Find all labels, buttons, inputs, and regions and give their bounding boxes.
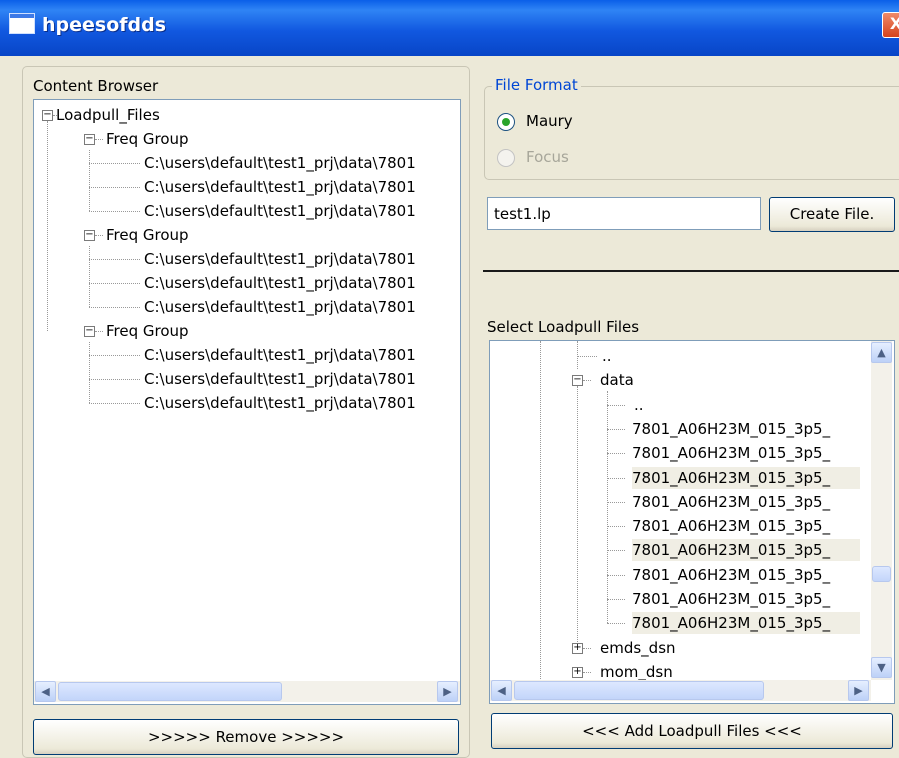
freq-group-item[interactable]: Freq Group [106,224,189,246]
loadpull-file-item[interactable]: 7801_A06H23M_015_3p5_ [632,466,861,489]
tree-connector [47,121,48,331]
focus-label: Focus [526,148,569,166]
folder-item[interactable]: emds_dsn [600,637,676,659]
horizontal-scrollbar[interactable]: ◀ ▶ [34,681,460,702]
minus-box-icon[interactable]: − [84,326,95,337]
radio-selected-dot [502,118,510,126]
tree-connector [89,355,140,356]
tree-connector [607,599,625,600]
filename-input[interactable] [487,197,761,230]
tree-connector [583,671,591,673]
file-path-item[interactable]: C:\users\default\test1_prj\data\7801 [144,272,416,294]
tree-connector [607,623,625,625]
loadpull-file-tree[interactable]: .. − data.. 7801_A06H23M_015_3p5_ 7801_A06H2… [489,340,895,704]
remove-button[interactable]: >>>>> Remove >>>>> [33,719,459,755]
tree-connector [89,283,140,284]
tree-connector [607,550,625,552]
loadpull-file-item[interactable]: 7801_A06H23M_015_3p5_ [632,612,861,635]
arrow-right-icon[interactable]: ▶ [437,681,458,702]
tree-connector [607,526,625,528]
minus-box-icon[interactable]: − [84,134,95,145]
minus-box-icon[interactable]: − [572,375,583,387]
loadpull-file-item[interactable]: 7801_A06H23M_015_3p5_ [632,442,860,464]
file-path-item[interactable]: C:\users\default\test1_prj\data\7801 [144,344,416,366]
tree-root-loadpull-files[interactable]: Loadpull_Files [56,104,160,126]
arrow-down-icon[interactable]: ▼ [871,657,892,678]
tree-connector [89,307,140,308]
select-loadpull-label: Select Loadpull Files [487,318,640,336]
parent-dir-item[interactable]: .. [634,394,644,416]
file-format-label: File Format [492,76,581,94]
create-file-button[interactable]: Create File. [769,197,895,232]
plus-box-icon[interactable]: + [572,666,583,678]
data-folder-item[interactable]: data [600,369,634,391]
window-title: hpeesofdds [42,14,167,36]
scrollbar-thumb[interactable] [514,681,764,700]
tree-connector [89,342,90,403]
tree-connector [607,477,625,479]
loadpull-file-item[interactable]: 7801_A06H23M_015_3p5_ [632,418,860,440]
separator [483,270,899,272]
arrow-left-icon[interactable]: ◀ [491,680,512,701]
file-path-item[interactable]: C:\users\default\test1_prj\data\7801 [144,200,416,222]
tree-connector [607,390,608,624]
tree-connector [89,379,140,380]
loadpull-file-item[interactable]: 7801_A06H23M_015_3p5_ [632,564,860,586]
tree-connector [607,574,625,576]
tree-connector [583,380,591,382]
tree-connector [95,139,103,140]
file-path-item[interactable]: C:\users\default\test1_prj\data\7801 [144,368,416,390]
arrow-up-icon[interactable]: ▲ [871,342,892,363]
freq-group-item[interactable]: Freq Group [106,320,189,342]
tree-connector [607,404,625,406]
close-button[interactable]: X [882,12,899,38]
file-path-item[interactable]: C:\users\default\test1_prj\data\7801 [144,392,416,414]
loadpull-file-item[interactable]: 7801_A06H23M_015_3p5_ [632,491,860,513]
arrow-right-icon[interactable]: ▶ [848,680,869,701]
maury-label: Maury [526,112,573,130]
minus-box-icon[interactable]: − [84,230,95,241]
parent-dir-item[interactable]: .. [602,345,612,367]
scrollbar-thumb[interactable] [58,682,282,701]
loadpull-file-item[interactable]: 7801_A06H23M_015_3p5_ [632,588,860,610]
content-browser-tree[interactable]: − Loadpull_Files − Freq Group C:\users\defau… [33,99,461,705]
tree-connector [89,403,140,404]
content-browser-label: Content Browser [33,77,159,95]
loadpull-file-item[interactable]: 7801_A06H23M_015_3p5_ [632,515,860,537]
title-bar: hpeesofdds X [0,0,899,56]
tree-connector [583,647,591,649]
file-path-item[interactable]: C:\users\default\test1_prj\data\7801 [144,296,416,318]
loadpull-file-item[interactable]: 7801_A06H23M_015_3p5_ [632,539,861,562]
add-loadpull-files-button[interactable]: <<< Add Loadpull Files <<< [491,713,893,749]
minus-box-icon[interactable]: − [42,110,53,121]
tree-connector [89,259,140,260]
scrollbar-thumb[interactable] [872,566,891,582]
tree-connector [89,150,90,211]
freq-group-item[interactable]: Freq Group [106,128,189,150]
tree-connector [89,246,90,307]
window-icon [9,13,35,34]
tree-connector [540,341,541,681]
tree-connector [89,163,140,164]
tree-connector [95,331,103,332]
focus-radio[interactable] [497,149,515,167]
horizontal-scrollbar[interactable]: ◀ ▶ [490,680,871,701]
maury-radio[interactable] [497,113,515,131]
arrow-left-icon[interactable]: ◀ [35,681,56,702]
tree-connector [89,211,140,212]
tree-connector [577,386,578,654]
vertical-scrollbar[interactable]: ▲ ▼ [871,341,892,680]
tree-connector [95,235,103,236]
tree-connector [577,356,597,357]
file-path-item[interactable]: C:\users\default\test1_prj\data\7801 [144,248,416,270]
tree-connector [607,428,625,430]
tree-connector [607,501,625,503]
plus-box-icon[interactable]: + [572,642,583,654]
file-path-item[interactable]: C:\users\default\test1_prj\data\7801 [144,152,416,174]
file-path-item[interactable]: C:\users\default\test1_prj\data\7801 [144,176,416,198]
tree-connector [89,187,140,188]
tree-connector [607,453,625,455]
